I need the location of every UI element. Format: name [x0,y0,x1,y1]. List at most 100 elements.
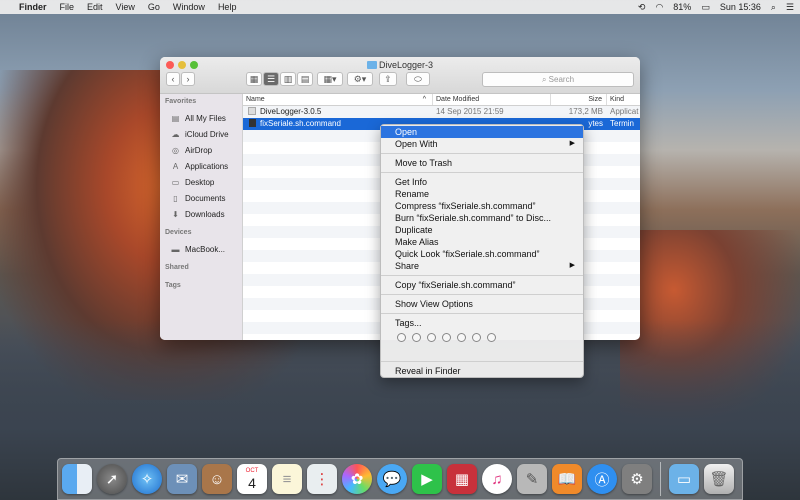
menu-separator [381,153,583,154]
applications-icon: A [172,161,179,171]
menu-item-open-with[interactable]: Open With ▶ [381,138,583,150]
menu-item-copy[interactable]: Copy “fixSeriale.sh.command” [381,279,583,291]
menu-view[interactable]: View [116,2,135,12]
column-header-date[interactable]: Date Modified [433,94,551,105]
column-header-size[interactable]: Size [551,94,607,105]
sidebar-item-all-my-files[interactable]: ▤ All My Files [160,110,242,126]
column-view-button[interactable]: ▥ [280,72,296,86]
menu-item-quick-look[interactable]: Quick Look “fixSeriale.sh.command” [381,248,583,260]
action-button[interactable]: ⚙▾ [347,72,373,86]
forward-button[interactable]: › [181,72,195,86]
battery-icon[interactable]: ▭ [701,2,710,13]
finder-icon[interactable] [62,464,92,494]
tag-color-dot[interactable] [397,332,406,342]
photo-booth-icon[interactable]: ▦ [447,464,477,494]
time-machine-icon[interactable]: ⟲ [638,2,646,13]
itunes-icon[interactable]: ♫ [482,464,512,494]
contacts-icon[interactable]: ☺ [202,464,232,494]
tag-color-dot[interactable] [412,332,421,342]
list-view-button[interactable]: ☰ [263,72,279,86]
column-header-name[interactable]: Name ^ [243,94,433,105]
share-button[interactable]: ⇪ [379,72,397,86]
trash-icon[interactable]: 🗑 [704,464,734,494]
system-preferences-icon[interactable]: ⚙ [622,464,652,494]
icon-view-button[interactable]: ▦ [246,72,262,86]
menu-item-rename[interactable]: Rename [381,188,583,200]
sidebar-item-label: MacBook... [185,244,226,254]
sidebar-item-documents[interactable]: ▯ Documents [160,190,242,206]
menu-item-tags[interactable]: Tags... [381,317,583,329]
menu-item-reveal-in-finder[interactable]: Reveal in Finder [381,365,583,377]
battery-percent[interactable]: 81% [673,2,691,12]
notification-center-icon[interactable]: ☰ [786,2,794,13]
tag-color-dot[interactable] [427,332,436,342]
menu-item-get-info[interactable]: Get Info [381,176,583,188]
facetime-icon[interactable]: ▶ [412,464,442,494]
messages-icon[interactable]: 💬 [377,464,407,494]
menu-item-open[interactable]: Open [381,126,583,138]
wifi-icon[interactable]: ◠ [655,2,663,13]
app-store-icon[interactable]: Ⓐ [587,464,617,494]
menu-item-duplicate[interactable]: Duplicate [381,224,583,236]
sidebar-item-applications[interactable]: A Applications [160,158,242,174]
file-name: fixSeriale.sh.command [260,119,341,128]
file-kind: Termin [610,119,635,128]
tag-color-dot[interactable] [457,332,466,342]
file-name: DiveLogger-3.0.5 [260,107,322,116]
status-area: ⟲ ◠ 81% ▭ Sun 15:36 ⌕ ☰ [628,2,794,13]
tag-color-dot[interactable] [487,332,496,342]
photos-icon[interactable]: ✿ [342,464,372,494]
menu-item-move-to-trash[interactable]: Move to Trash [381,157,583,169]
menu-help[interactable]: Help [218,2,237,12]
submenu-arrow-icon: ▶ [569,262,575,269]
sidebar-item-airdrop[interactable]: ◎ AirDrop [160,142,242,158]
notes-icon[interactable]: ≡ [272,464,302,494]
column-header-kind[interactable]: Kind [607,94,640,105]
arrange-button[interactable]: ▦▾ [317,72,343,86]
search-input[interactable]: ⌕ Search [482,72,634,87]
downloads-icon: ⬇ [172,209,179,219]
coverflow-view-button[interactable]: ▤ [297,72,313,86]
tag-icon: ⬭ [414,73,422,84]
menu-item-make-alias[interactable]: Make Alias [381,236,583,248]
back-button[interactable]: ‹ [166,72,180,86]
menu-item-burn[interactable]: Burn “fixSeriale.sh.command” to Disc... [381,212,583,224]
sidebar-item-label: AirDrop [185,145,213,155]
menu-separator [381,172,583,173]
table-row[interactable]: DiveLogger-3.0.5 14 Sep 2015 21:59 173,2… [243,106,640,118]
sidebar-header-shared: Shared [165,264,189,271]
text-editor-icon[interactable]: ✎ [517,464,547,494]
downloads-folder-icon[interactable]: ▭ [669,464,699,494]
menu-window[interactable]: Window [173,2,205,12]
menu-go[interactable]: Go [148,2,160,12]
reminders-icon[interactable]: ⋮ [307,464,337,494]
sidebar-item-label: All My Files [185,113,226,123]
sidebar-item-label: Documents [185,193,226,203]
menu-item-share[interactable]: Share ▶ [381,260,583,272]
dock-separator [660,462,661,496]
clock[interactable]: Sun 15:36 [720,2,761,12]
dock: ➚ ✧ ✉ ☺ OCT 4 ≡ ⋮ ✿ 💬 ▶ ▦ ♫ ✎ 📖 Ⓐ ⚙ ▭ 🗑 [57,458,743,500]
menu-edit[interactable]: Edit [87,2,103,12]
sidebar-item-desktop[interactable]: ▭ Desktop [160,174,242,190]
sidebar-item-downloads[interactable]: ⬇ Downloads [160,206,242,222]
menu-app-finder[interactable]: Finder [19,2,47,12]
sidebar-header-devices: Devices [165,229,192,236]
safari-icon[interactable]: ✧ [132,464,162,494]
launchpad-icon[interactable]: ➚ [97,464,127,494]
menu-item-show-view-options[interactable]: Show View Options [381,298,583,310]
menu-item-compress[interactable]: Compress “fixSeriale.sh.command” [381,200,583,212]
gear-icon: ⚙▾ [353,73,367,84]
title-bar: DiveLogger-3 ‹ › ▦ ☰ ▥ ▤ ▦▾ ⚙▾ ⇪ ⬭ ⌕ Sea… [160,57,640,94]
tag-color-dot[interactable] [442,332,451,342]
chevron-right-icon: › [186,74,190,84]
tag-color-dot[interactable] [472,332,481,342]
mail-stamp-icon[interactable]: ✉ [167,464,197,494]
calendar-icon[interactable]: OCT 4 [237,464,267,494]
spotlight-icon[interactable]: ⌕ [771,2,776,13]
menu-file[interactable]: File [60,2,75,12]
sidebar-item-macbook[interactable]: ▬ MacBook... [160,241,242,257]
ibooks-icon[interactable]: 📖 [552,464,582,494]
sidebar-item-icloud-drive[interactable]: ☁ iCloud Drive [160,126,242,142]
edit-tags-button[interactable]: ⬭ [406,72,430,86]
